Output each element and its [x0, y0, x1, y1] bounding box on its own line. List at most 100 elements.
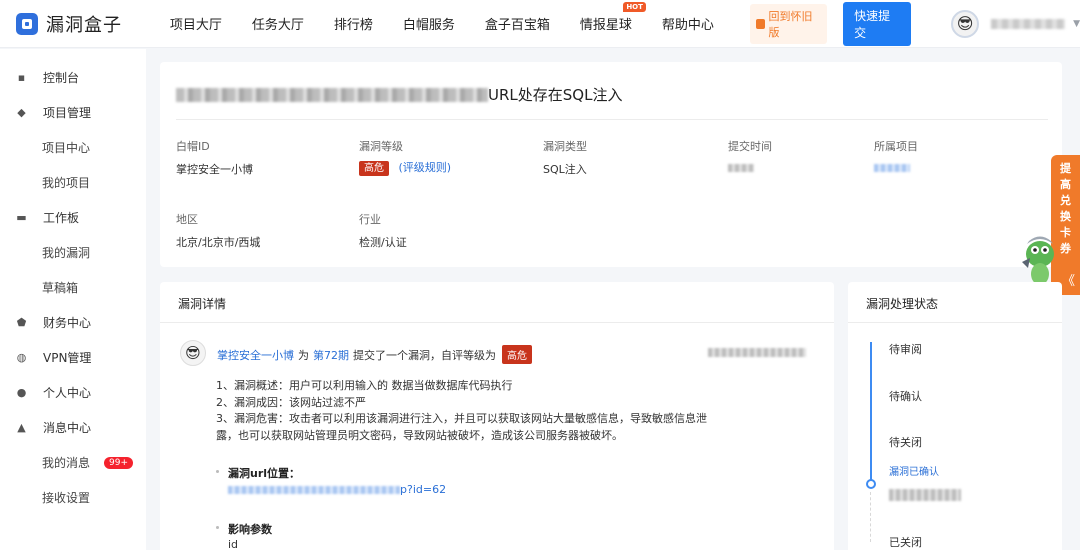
- promo-char: 兑: [1060, 194, 1071, 207]
- nav-intel-planet[interactable]: 情报星球 HOT: [579, 2, 646, 33]
- vuln-summary-card: URL处存在SQL注入 白帽ID 掌控安全一小博 漏洞等级 高危 (评级规则) …: [160, 62, 1062, 267]
- timeline-dot: [866, 479, 876, 489]
- status-card: 漏洞处理状态 待审阅 待确认 待关闭 漏洞已确认 已关闭: [848, 282, 1062, 550]
- sidebar-item-console[interactable]: ▪ 控制台: [0, 60, 146, 95]
- bullet: [216, 526, 219, 529]
- sidebar-item-my-messages[interactable]: 我的消息 99+: [0, 445, 146, 480]
- old-version-icon: [755, 18, 766, 29]
- sidebar-item-label: 工作板: [43, 211, 80, 225]
- submit-time-redacted: [728, 162, 754, 175]
- user-menu[interactable]: 😎 ▼: [951, 9, 1080, 38]
- vuln-title: URL处存在SQL注入: [176, 84, 622, 105]
- chevron-down-icon: ▼: [1073, 18, 1080, 29]
- globe-icon: ◍: [16, 351, 27, 364]
- logo-icon: [16, 12, 38, 35]
- collapse-arrow-icon[interactable]: 《: [1062, 270, 1075, 289]
- bell-icon: ▲: [17, 421, 26, 434]
- industry-label: 行业: [359, 213, 381, 226]
- sidebar-item-label: 消息中心: [43, 421, 92, 435]
- dashboard-icon: ▪: [17, 71, 26, 84]
- impact-line-cont: 露，也可以获取网站管理员明文密码，导致网站被破坏，造成该公司服务器被破坏。: [216, 429, 623, 442]
- nav-whitehat-service[interactable]: 白帽服务: [403, 14, 455, 33]
- title-redacted: [176, 87, 488, 102]
- shield-icon: ⬟: [16, 316, 27, 329]
- project-redacted[interactable]: [874, 162, 910, 175]
- overview-line: 1、漏洞概述：用户可以利用输入的 数据当做数据库代码执行: [216, 379, 513, 392]
- redacted-link: [874, 164, 910, 172]
- submitter-link[interactable]: 掌控安全一小博: [217, 347, 294, 363]
- nav-toolbox[interactable]: 盒子百宝箱: [485, 14, 550, 33]
- monitor-icon: ▬: [16, 211, 27, 224]
- sidebar-item-label: 我的消息: [42, 456, 91, 470]
- hot-badge: HOT: [623, 2, 646, 12]
- username-redacted: [991, 18, 1066, 29]
- region-label: 地区: [176, 213, 198, 226]
- user-icon: ●: [16, 386, 27, 399]
- status-step-current: 漏洞已确认: [889, 467, 939, 478]
- period-link[interactable]: 第72期: [313, 347, 349, 363]
- logo[interactable]: 漏洞盒子: [16, 11, 158, 37]
- sidebar-item-vpn[interactable]: ◍ VPN管理: [0, 340, 146, 375]
- submitter-avatar: 😎: [180, 340, 206, 366]
- industry-value: 检测/认证: [359, 236, 407, 249]
- sidebar-item-receive-settings[interactable]: 接收设置: [0, 480, 146, 515]
- param-label: 影响参数: [228, 523, 272, 536]
- main-nav: 项目大厅 任务大厅 排行榜 白帽服务 盒子百宝箱 情报星球 HOT 帮助中心: [170, 2, 744, 33]
- divider: [176, 119, 1048, 120]
- avatar: 😎: [951, 9, 980, 38]
- nav-leaderboard[interactable]: 排行榜: [334, 14, 373, 33]
- sidebar-item-workboard[interactable]: ▬ 工作板: [0, 200, 146, 235]
- status-step: 待关闭: [889, 436, 922, 449]
- logo-text: 漏洞盒子: [46, 14, 122, 36]
- submission-line: 掌控安全一小博 为 第72期 提交了一个漏洞，自评等级为 高危: [217, 345, 532, 364]
- param-value: id: [228, 538, 239, 550]
- sidebar-item-label: VPN管理: [43, 351, 92, 365]
- sidebar-item-drafts[interactable]: 草稿箱: [0, 270, 146, 305]
- sidebar-item-label: 财务中心: [43, 316, 92, 330]
- quick-submit-button[interactable]: 快速提交: [843, 1, 912, 46]
- message-count-badge: 99+: [104, 456, 134, 469]
- vuln-title-text: URL处存在SQL注入: [488, 86, 623, 104]
- whitehat-label: 白帽ID: [176, 140, 210, 153]
- status-step: 待审阅: [889, 343, 922, 356]
- url-label: 漏洞url位置：: [228, 467, 301, 480]
- sidebar-item-label: 控制台: [43, 71, 80, 85]
- timeline-line-pending: [870, 492, 871, 542]
- sidebar-item-project-mgmt[interactable]: ◆ 项目管理: [0, 95, 146, 130]
- sidebar-item-project-center[interactable]: 项目中心: [0, 130, 146, 165]
- severity-badge: 高危: [359, 161, 389, 176]
- impact-line: 3、漏洞危害：攻击者可以利用该漏洞进行注入，并且可以获取该网站大量敏感信息，导致…: [216, 412, 707, 425]
- status-step: 待确认: [889, 390, 922, 403]
- url-tail: p?id=62: [400, 483, 447, 496]
- whitehat-value: 掌控安全一小博: [176, 163, 253, 176]
- old-version-button[interactable]: 回到怀旧版: [749, 3, 828, 44]
- sidebar-item-personal[interactable]: ● 个人中心: [0, 375, 146, 410]
- sidebar-item-messages[interactable]: ▲ 消息中心: [0, 410, 146, 445]
- sidebar-item-my-projects[interactable]: 我的项目: [0, 165, 146, 200]
- submit-time-label: 提交时间: [728, 140, 772, 153]
- timestamp-redacted: [708, 348, 806, 357]
- bullet: [216, 470, 219, 473]
- sidebar-item-my-vulns[interactable]: 我的漏洞: [0, 235, 146, 270]
- nav-intel-planet-label: 情报星球: [579, 18, 632, 33]
- nav-task-hall[interactable]: 任务大厅: [252, 14, 304, 33]
- sidebar-item-label: 项目管理: [43, 106, 92, 120]
- sidebar-item-finance[interactable]: ⬟ 财务中心: [0, 305, 146, 340]
- status-date-redacted: [889, 489, 961, 501]
- type-value: SQL注入: [543, 163, 587, 176]
- top-header: 漏洞盒子 项目大厅 任务大厅 排行榜 白帽服务 盒子百宝箱 情报星球 HOT 帮助…: [0, 0, 1080, 48]
- url-value[interactable]: p?id=62: [228, 483, 446, 496]
- rating-rules-link[interactable]: (评级规则): [399, 161, 452, 174]
- status-heading: 漏洞处理状态: [848, 282, 1062, 323]
- nav-help-center[interactable]: 帮助中心: [662, 14, 714, 33]
- nav-project-hall[interactable]: 项目大厅: [170, 14, 222, 33]
- layers-icon: ◆: [17, 106, 26, 119]
- self-rated-badge: 高危: [502, 345, 532, 364]
- to-text: 为: [298, 348, 309, 362]
- cause-line: 2、漏洞成因：该网站过滤不严: [216, 396, 366, 409]
- level-label: 漏洞等级: [359, 140, 403, 153]
- promo-char: 高: [1060, 178, 1071, 191]
- old-version-label: 回到怀旧版: [768, 9, 813, 39]
- sidebar-item-label: 个人中心: [43, 386, 92, 400]
- promo-char: 提: [1060, 162, 1071, 175]
